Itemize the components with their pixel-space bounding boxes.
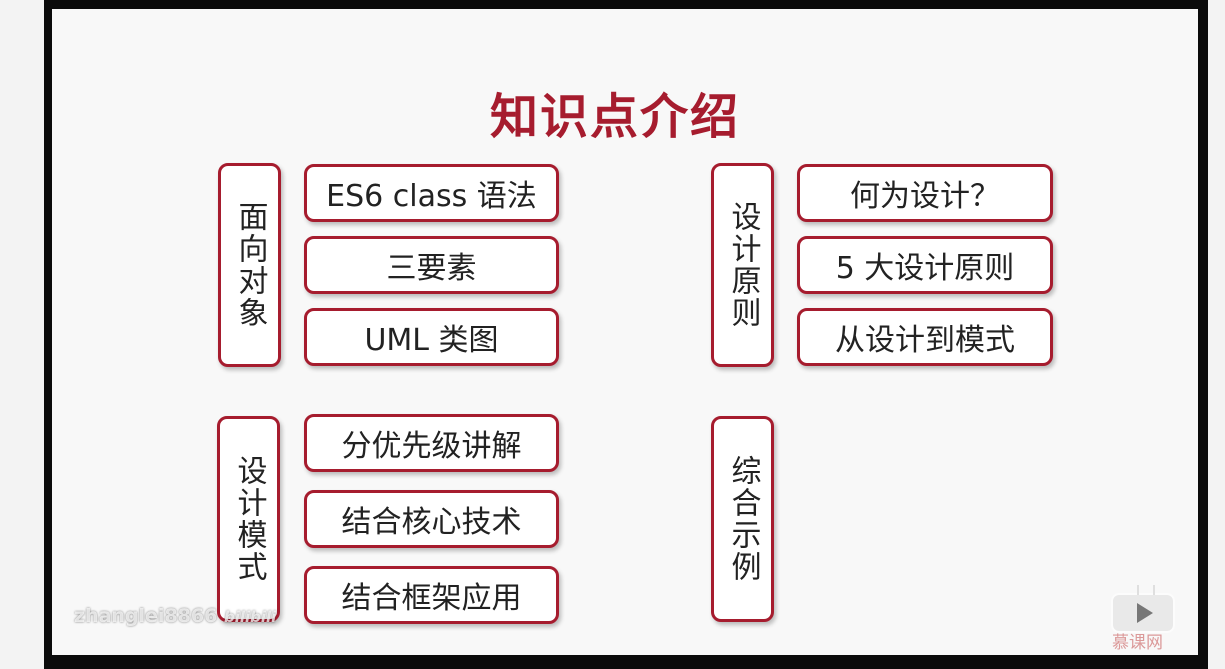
item-framework: 结合框架应用 (304, 566, 559, 624)
item-what-is-design: 何为设计？ (797, 164, 1053, 222)
group-label-examples: 综合示例 (711, 416, 774, 622)
slide-title: 知识点介绍 (489, 89, 740, 145)
group-label-principles: 设计原则 (711, 163, 774, 367)
play-icon (1137, 603, 1153, 623)
site-logo: 慕课网 (1112, 633, 1163, 653)
item-three-elements: 三要素 (304, 236, 559, 294)
item-es6-class: ES6 class 语法 (304, 164, 559, 222)
item-priority: 分优先级讲解 (304, 414, 559, 472)
watermark-user: zhanglei8866 (74, 605, 218, 627)
item-uml: UML 类图 (304, 308, 559, 366)
item-core-tech: 结合核心技术 (304, 490, 559, 548)
group-label-patterns: 设计模式 (217, 416, 280, 622)
uploader-watermark: zhanglei8866 bilibili (74, 605, 276, 627)
group-label-oop: 面向对象 (218, 163, 281, 367)
play-button[interactable] (1111, 593, 1175, 633)
item-five-principles: 5 大设计原则 (797, 236, 1053, 294)
bilibili-logo: bilibili (223, 608, 277, 626)
item-design-to-pattern: 从设计到模式 (797, 308, 1053, 366)
